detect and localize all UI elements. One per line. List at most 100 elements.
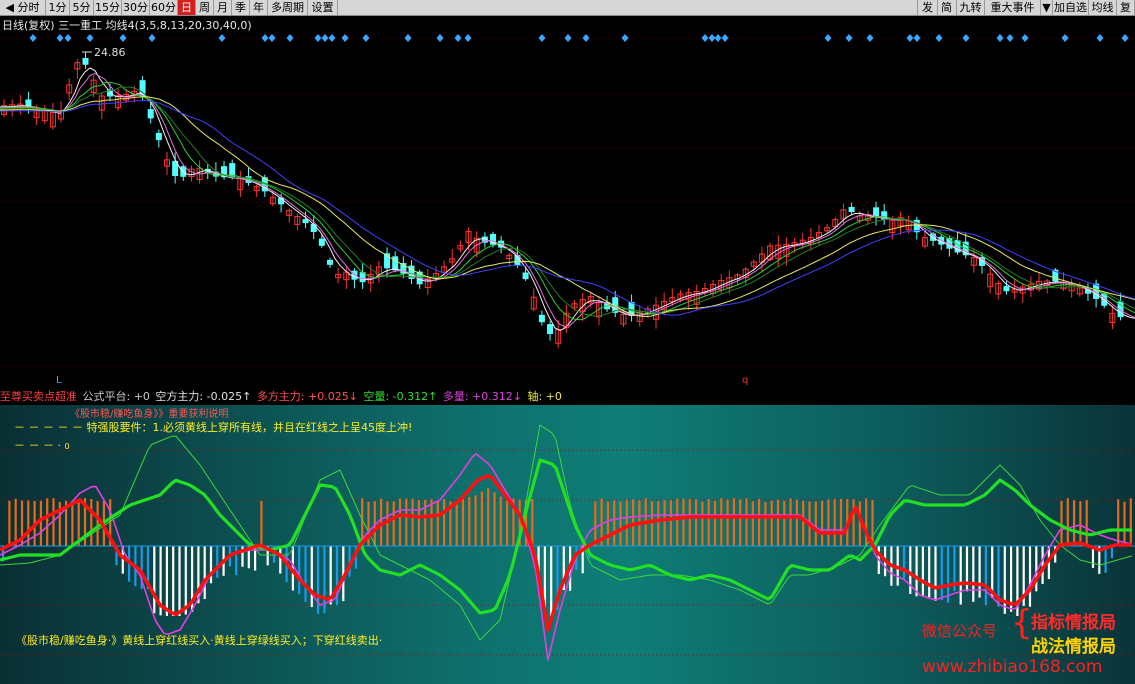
hist-bar-up-69 bbox=[436, 501, 439, 546]
toolbar-btn-1[interactable]: 1分 bbox=[46, 0, 70, 15]
signal-diamond-17 bbox=[454, 34, 462, 42]
hist-bar-up-2 bbox=[14, 498, 17, 546]
watermark-url: www.zhibiao168.com bbox=[922, 657, 1103, 677]
hist-bar-up-133 bbox=[839, 498, 843, 546]
indicator-name[interactable]: 至尊买卖点超准 bbox=[0, 390, 77, 403]
hist-bar-down-32 bbox=[203, 546, 206, 600]
kline-chart[interactable]: 24.86 L q bbox=[0, 16, 1135, 389]
period-toolbar: ◀ 分时 1分 5分 15分 30分 60分日周月季年多周期 设置 发简九转 重大事件 ▼ 加自选均… bbox=[0, 0, 1135, 16]
signal-diamond-26 bbox=[721, 34, 729, 42]
ma-pink-line bbox=[0, 72, 1135, 328]
candle-body-107 bbox=[873, 207, 880, 217]
candle-body-10 bbox=[82, 57, 89, 65]
toolbar-right-btn-6[interactable]: 均线 bbox=[1089, 0, 1117, 15]
thin-green-line bbox=[0, 424, 1133, 641]
candle-body-40 bbox=[327, 259, 333, 265]
candle-body-37 bbox=[302, 219, 309, 224]
toolbar-btn-11[interactable]: 多周期 bbox=[268, 0, 308, 15]
hist-bar-down-48 bbox=[304, 546, 307, 602]
toolbar-btn-7[interactable]: 周 bbox=[196, 0, 214, 15]
signal-diamond-33 bbox=[962, 34, 970, 42]
signal-diamond-0 bbox=[29, 34, 37, 42]
hist-bar-up-99 bbox=[625, 499, 628, 546]
toolbar-right-btn-0[interactable]: 发 bbox=[917, 0, 938, 15]
toolbar-btn-10[interactable]: 年 bbox=[250, 0, 268, 15]
hist-bar-down-149 bbox=[940, 546, 943, 600]
low-marker: L bbox=[56, 375, 62, 386]
hist-bar-down-163 bbox=[1028, 546, 1032, 607]
signal-diamond-32 bbox=[935, 34, 943, 42]
hist-bar-up-78 bbox=[493, 492, 496, 546]
candle-body-38 bbox=[310, 223, 317, 233]
hist-bar-up-84 bbox=[531, 498, 534, 546]
toolbar-right-btn-3[interactable]: 重大事件 bbox=[985, 0, 1041, 15]
toolbar-btn-0[interactable]: ◀ 分时 bbox=[0, 0, 46, 15]
hist-bar-up-76 bbox=[480, 491, 483, 546]
indicator-panel[interactable]: 《股市稳/赚吃鱼身》》重要获利说明 － － － － － 特强股要件：1.必须黄线… bbox=[0, 405, 1135, 684]
signal-diamond-21 bbox=[582, 34, 590, 42]
toolbar-btn-12[interactable]: 设置 bbox=[308, 0, 338, 15]
toolbar-btn-8[interactable]: 月 bbox=[214, 0, 232, 15]
hist-bar-down-49 bbox=[310, 546, 313, 608]
kong-main-value: 空方主力: -0.025↑ bbox=[155, 390, 252, 403]
toolbar-btn-4[interactable]: 30分 bbox=[122, 0, 150, 15]
hist-bar-down-154 bbox=[972, 546, 975, 602]
hist-bar-up-123 bbox=[776, 499, 780, 546]
hist-bar-up-130 bbox=[821, 500, 824, 546]
hist-bar-up-113 bbox=[713, 500, 717, 546]
signal-diamond-18 bbox=[464, 34, 472, 42]
zero-marker-line: － － － · 0 bbox=[14, 439, 70, 452]
signal-diamond-12 bbox=[328, 34, 336, 42]
hist-bar-up-70 bbox=[443, 499, 446, 546]
hist-bar-up-125 bbox=[789, 498, 792, 546]
hist-bar-up-62 bbox=[392, 501, 395, 546]
signal-diamond-38 bbox=[1096, 34, 1104, 42]
hist-bar-up-177 bbox=[1117, 499, 1120, 546]
candle-body-48 bbox=[392, 256, 399, 271]
toolbar-btn-5[interactable]: 60分 bbox=[150, 0, 178, 15]
hist-bar-up-61 bbox=[386, 501, 389, 546]
toolbar-right-btn-2[interactable]: 九转 bbox=[957, 0, 985, 15]
toolbar-btn-3[interactable]: 15分 bbox=[94, 0, 122, 15]
ma-blue-line bbox=[0, 99, 1135, 316]
axis-value: 轴: +0 bbox=[527, 390, 562, 403]
signal-diamond-1 bbox=[56, 34, 64, 42]
signal-diamond-37 bbox=[1061, 34, 1069, 42]
hist-bar-down-29 bbox=[184, 546, 187, 615]
ma-params: 均线4(3,5,8,13,20,30,40,0) bbox=[105, 19, 252, 32]
signal-diamond-29 bbox=[866, 34, 874, 42]
hist-bar-up-111 bbox=[701, 501, 704, 546]
hist-bar-down-47 bbox=[298, 546, 301, 595]
hist-bar-down-146 bbox=[921, 546, 924, 597]
candle-body-67 bbox=[547, 324, 554, 335]
hist-bar-up-110 bbox=[695, 499, 698, 546]
hist-bar-up-106 bbox=[669, 500, 672, 546]
duo-liang-value: 多量: +0.312↓ bbox=[442, 390, 522, 403]
toolbar-btn-2[interactable]: 5分 bbox=[70, 0, 94, 15]
hist-bar-down-37 bbox=[235, 546, 238, 576]
watermark-name-1: 指标情报局 bbox=[1031, 613, 1116, 633]
duo-main-value: 多方主力: +0.025↓ bbox=[256, 390, 358, 403]
hist-bar-down-150 bbox=[947, 546, 950, 603]
toolbar-right-btn-1[interactable]: 简 bbox=[937, 0, 957, 15]
hist-bar-up-115 bbox=[726, 499, 729, 546]
hist-bar-up-11 bbox=[71, 500, 74, 546]
candle-body-123 bbox=[1003, 286, 1010, 292]
signal-diamond-20 bbox=[564, 34, 572, 42]
signal-diamond-31 bbox=[913, 34, 921, 42]
toolbar-right-btn-5[interactable]: 加自选 bbox=[1053, 0, 1089, 15]
toolbar-right-btn-7[interactable]: 复 bbox=[1117, 0, 1135, 15]
hist-bar-down-164 bbox=[1035, 546, 1038, 592]
hist-bar-up-118 bbox=[745, 498, 748, 546]
signal-diamond-36 bbox=[1021, 34, 1029, 42]
signal-diamond-4 bbox=[119, 34, 127, 42]
signal-diamond-7 bbox=[261, 34, 269, 42]
high-price-label: 24.86 bbox=[94, 46, 126, 59]
hist-bar-up-138 bbox=[871, 499, 874, 546]
indicator-header-note: 《股市稳/赚吃鱼身》》重要获利说明 bbox=[70, 409, 229, 420]
toolbar-btn-6[interactable]: 日 bbox=[178, 0, 196, 15]
hist-bar-down-27 bbox=[172, 546, 175, 616]
toolbar-btn-9[interactable]: 季 bbox=[232, 0, 250, 15]
toolbar-right-btn-4[interactable]: ▼ bbox=[1041, 0, 1053, 15]
hist-bar-up-64 bbox=[405, 498, 408, 546]
